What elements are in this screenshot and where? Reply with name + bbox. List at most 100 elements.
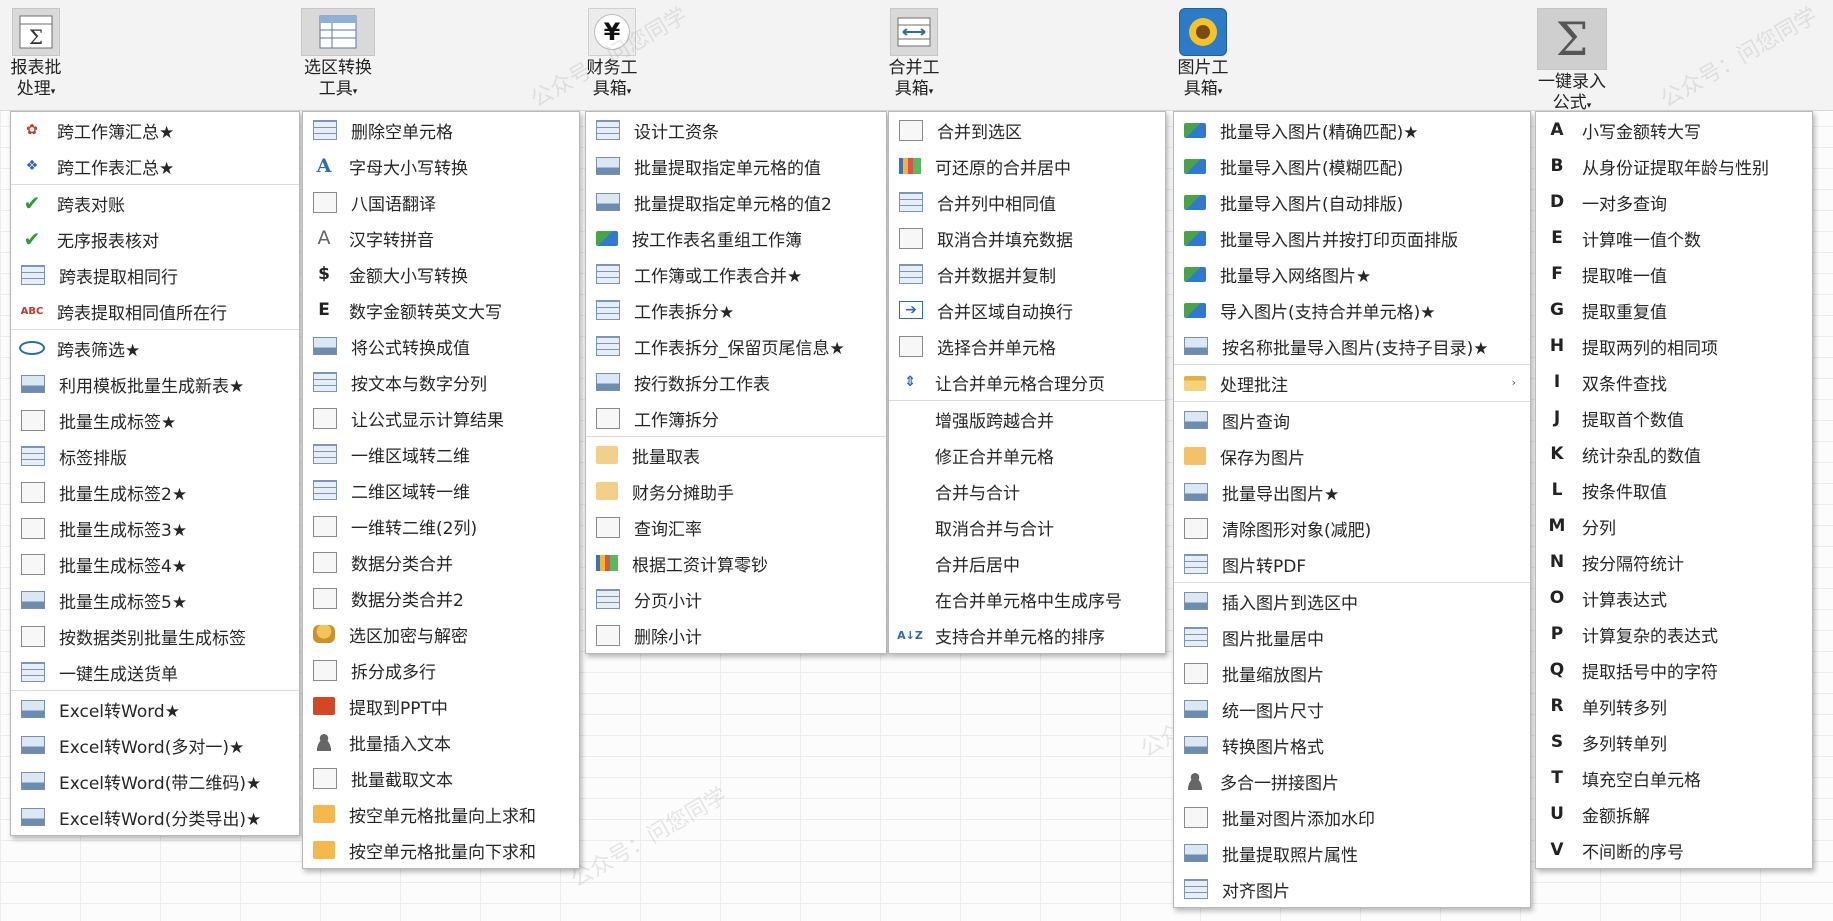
- menu-item-formula-j[interactable]: J 提取首个数值: [1536, 400, 1812, 436]
- menu-item-exchange-rate[interactable]: 查询汇率: [586, 509, 886, 545]
- menu-item-merged-sequence[interactable]: 在合并单元格中生成序号: [889, 581, 1165, 617]
- menu-item-extract-cell-value[interactable]: 批量提取指定单元格的值: [586, 148, 886, 184]
- menu-item-import-auto-layout[interactable]: 批量导入图片(自动排版): [1174, 184, 1530, 220]
- menu-item-extract-cell-value-2[interactable]: 批量提取指定单元格的值2: [586, 184, 886, 220]
- menu-item-formula-v[interactable]: V 不间断的序号: [1536, 832, 1812, 868]
- menu-item-stitch-pictures[interactable]: 多合一拼接图片: [1174, 763, 1530, 799]
- menu-item-label-layout[interactable]: 标签排版: [11, 438, 299, 474]
- menu-item-formula-p[interactable]: P 计算复杂的表达式: [1536, 616, 1812, 652]
- merge-toolbox-button[interactable]: 合并工 具箱▾: [886, 8, 942, 103]
- menu-item-1d-to-2d[interactable]: 一维区域转二维: [303, 436, 579, 472]
- menu-item-allocation[interactable]: 财务分摊助手: [586, 473, 886, 509]
- menu-item-formula-m[interactable]: M 分列: [1536, 508, 1812, 544]
- menu-item-enhanced-across-merge[interactable]: 增强版跨越合并: [889, 400, 1165, 437]
- menu-item-formula-a[interactable]: A 小写金额转大写: [1536, 112, 1812, 148]
- menu-item-split-by-rows[interactable]: 按行数拆分工作表: [586, 364, 886, 400]
- menu-item-extract-text[interactable]: 批量截取文本: [303, 760, 579, 796]
- menu-item-category-labels[interactable]: 按数据类别批量生成标签: [11, 618, 299, 654]
- menu-item-translate[interactable]: 八国语翻译: [303, 184, 579, 220]
- report-batch-button[interactable]: Σ 报表批 处理▾: [8, 8, 64, 103]
- menu-item-fix-merged[interactable]: 修正合并单元格: [889, 437, 1165, 473]
- menu-item-sum-down[interactable]: 按空单元格批量向下求和: [303, 832, 579, 868]
- menu-item-batch-labels-3[interactable]: 批量生成标签3★: [11, 510, 299, 546]
- menu-item-import-by-name[interactable]: 按名称批量导入图片(支持子目录)★: [1174, 328, 1530, 364]
- menu-item-extract-same-value-rows[interactable]: ABC 跨表提取相同值所在行: [11, 293, 299, 329]
- menu-item-category-merge-2[interactable]: 数据分类合并2: [303, 580, 579, 616]
- menu-item-formula-u[interactable]: U 金额拆解: [1536, 796, 1812, 832]
- menu-item-formula-b[interactable]: B 从身份证提取年龄与性别: [1536, 148, 1812, 184]
- menu-item-unordered-check[interactable]: ✔ 无序报表核对: [11, 221, 299, 257]
- menu-item-formula-result[interactable]: 让公式显示计算结果: [303, 400, 579, 436]
- menu-item-picture-to-pdf[interactable]: 图片转PDF: [1174, 546, 1530, 582]
- menu-item-insert-to-selection[interactable]: 插入图片到选区中: [1174, 582, 1530, 619]
- menu-item-formula-f[interactable]: F 提取唯一值: [1536, 256, 1812, 292]
- menu-item-sum-up[interactable]: 按空单元格批量向上求和: [303, 796, 579, 832]
- quick-formula-button[interactable]: Σ 一键录入 公式▾: [1534, 8, 1610, 117]
- menu-item-2d-to-1d[interactable]: 二维区域转一维: [303, 472, 579, 508]
- menu-item-import-merged-cells[interactable]: 导入图片(支持合并单元格)★: [1174, 292, 1530, 328]
- menu-item-split-rows[interactable]: 拆分成多行: [303, 652, 579, 688]
- menu-item-delete-empty-cells[interactable]: 删除空单元格: [303, 112, 579, 148]
- menu-item-excel-to-word-many[interactable]: Excel转Word(多对一)★: [11, 727, 299, 763]
- menu-item-formula-d[interactable]: D 一对多查询: [1536, 184, 1812, 220]
- menu-item-scale-pictures[interactable]: 批量缩放图片: [1174, 655, 1530, 691]
- menu-item-formula-i[interactable]: I 双条件查找: [1536, 364, 1812, 400]
- menu-item-letter-case[interactable]: A 字母大小写转换: [303, 148, 579, 184]
- menu-item-batch-labels[interactable]: 批量生成标签★: [11, 402, 299, 438]
- menu-item-excel-to-word-qr[interactable]: Excel转Word(带二维码)★: [11, 763, 299, 799]
- menu-item-formula-k[interactable]: K 统计杂乱的数值: [1536, 436, 1812, 472]
- menu-item-formula-o[interactable]: O 计算表达式: [1536, 580, 1812, 616]
- menu-item-split-sheet-footer[interactable]: 工作表拆分_保留页尾信息★: [586, 328, 886, 364]
- menu-item-merge-center[interactable]: 合并后居中: [889, 545, 1165, 581]
- menu-item-save-as-picture[interactable]: 保存为图片: [1174, 438, 1530, 474]
- menu-item-import-print-layout[interactable]: 批量导入图片并按打印页面排版: [1174, 220, 1530, 256]
- menu-item-merge-and-sum[interactable]: 合并与合计: [889, 473, 1165, 509]
- menu-item-amount-case[interactable]: $ 金额大小写转换: [303, 256, 579, 292]
- menu-item-formula-to-value[interactable]: 将公式转换成值: [303, 328, 579, 364]
- menu-item-formula-s[interactable]: S 多列转单列: [1536, 724, 1812, 760]
- menu-item-delivery-note[interactable]: 一键生成送货单: [11, 654, 299, 690]
- menu-item-amount-english[interactable]: E 数字金额转英文大写: [303, 292, 579, 328]
- menu-item-formula-e[interactable]: E 计算唯一值个数: [1536, 220, 1812, 256]
- menu-item-center-pictures[interactable]: 图片批量居中: [1174, 619, 1530, 655]
- menu-item-formula-g[interactable]: G 提取重复值: [1536, 292, 1812, 328]
- menu-item-add-watermark[interactable]: 批量对图片添加水印: [1174, 799, 1530, 835]
- menu-item-page-subtotal[interactable]: 分页小计: [586, 581, 886, 617]
- menu-item-merge-same-values[interactable]: 合并列中相同值: [889, 184, 1165, 220]
- menu-item-picture-search[interactable]: 图片查询: [1174, 401, 1530, 438]
- menu-item-export-pictures[interactable]: 批量导出图片★: [1174, 474, 1530, 510]
- menu-item-encrypt-decrypt[interactable]: 选区加密与解密: [303, 616, 579, 652]
- menu-item-cross-table-reconcile[interactable]: ✔ 跨表对账: [11, 184, 299, 221]
- menu-item-formula-r[interactable]: R 单列转多列: [1536, 688, 1812, 724]
- menu-item-merged-sort[interactable]: A↓Z 支持合并单元格的排序: [889, 617, 1165, 653]
- menu-item-cross-workbook-summary[interactable]: ✿ 跨工作簿汇总★: [11, 112, 299, 148]
- menu-item-extract-same-rows[interactable]: 跨表提取相同行: [11, 257, 299, 293]
- menu-item-select-merged[interactable]: 选择合并单元格: [889, 328, 1165, 364]
- menu-item-photo-properties[interactable]: 批量提取照片属性: [1174, 835, 1530, 871]
- menu-item-split-sheet[interactable]: 工作表拆分★: [586, 292, 886, 328]
- finance-toolbox-button[interactable]: ¥ 财务工 具箱▾: [584, 8, 640, 103]
- menu-item-split-text-number[interactable]: 按文本与数字分列: [303, 364, 579, 400]
- menu-item-design-payslip[interactable]: 设计工资条: [586, 112, 886, 148]
- menu-item-clear-shapes[interactable]: 清除图形对象(减肥): [1174, 510, 1530, 546]
- menu-item-excel-to-word-category[interactable]: Excel转Word(分类导出)★: [11, 799, 299, 835]
- menu-item-import-exact[interactable]: 批量导入图片(精确匹配)★: [1174, 112, 1530, 148]
- menu-item-merge-to-selection[interactable]: 合并到选区: [889, 112, 1165, 148]
- menu-item-formula-l[interactable]: L 按条件取值: [1536, 472, 1812, 508]
- menu-item-split-workbook[interactable]: 工作簿拆分: [586, 400, 886, 436]
- menu-item-formula-n[interactable]: N 按分隔符统计: [1536, 544, 1812, 580]
- menu-item-to-ppt[interactable]: 提取到PPT中: [303, 688, 579, 724]
- menu-item-batch-labels-5[interactable]: 批量生成标签5★: [11, 582, 299, 618]
- menu-item-merge-copy[interactable]: 合并数据并复制: [889, 256, 1165, 292]
- menu-item-excel-to-word[interactable]: Excel转Word★: [11, 690, 299, 727]
- menu-item-formula-q[interactable]: Q 提取括号中的字符: [1536, 652, 1812, 688]
- menu-item-unmerge-and-sum[interactable]: 取消合并与合计: [889, 509, 1165, 545]
- menu-item-batch-fetch[interactable]: 批量取表: [586, 436, 886, 473]
- menu-item-reorganize-workbook[interactable]: 按工作表名重组工作簿: [586, 220, 886, 256]
- menu-item-comments[interactable]: 处理批注 ›: [1174, 364, 1530, 401]
- menu-item-restorable-merge[interactable]: 可还原的合并居中: [889, 148, 1165, 184]
- menu-item-import-fuzzy[interactable]: 批量导入图片(模糊匹配): [1174, 148, 1530, 184]
- menu-item-formula-h[interactable]: H 提取两列的相同项: [1536, 328, 1812, 364]
- picture-toolbox-button[interactable]: 图片工 具箱▾: [1175, 8, 1231, 103]
- menu-item-batch-labels-2[interactable]: 批量生成标签2★: [11, 474, 299, 510]
